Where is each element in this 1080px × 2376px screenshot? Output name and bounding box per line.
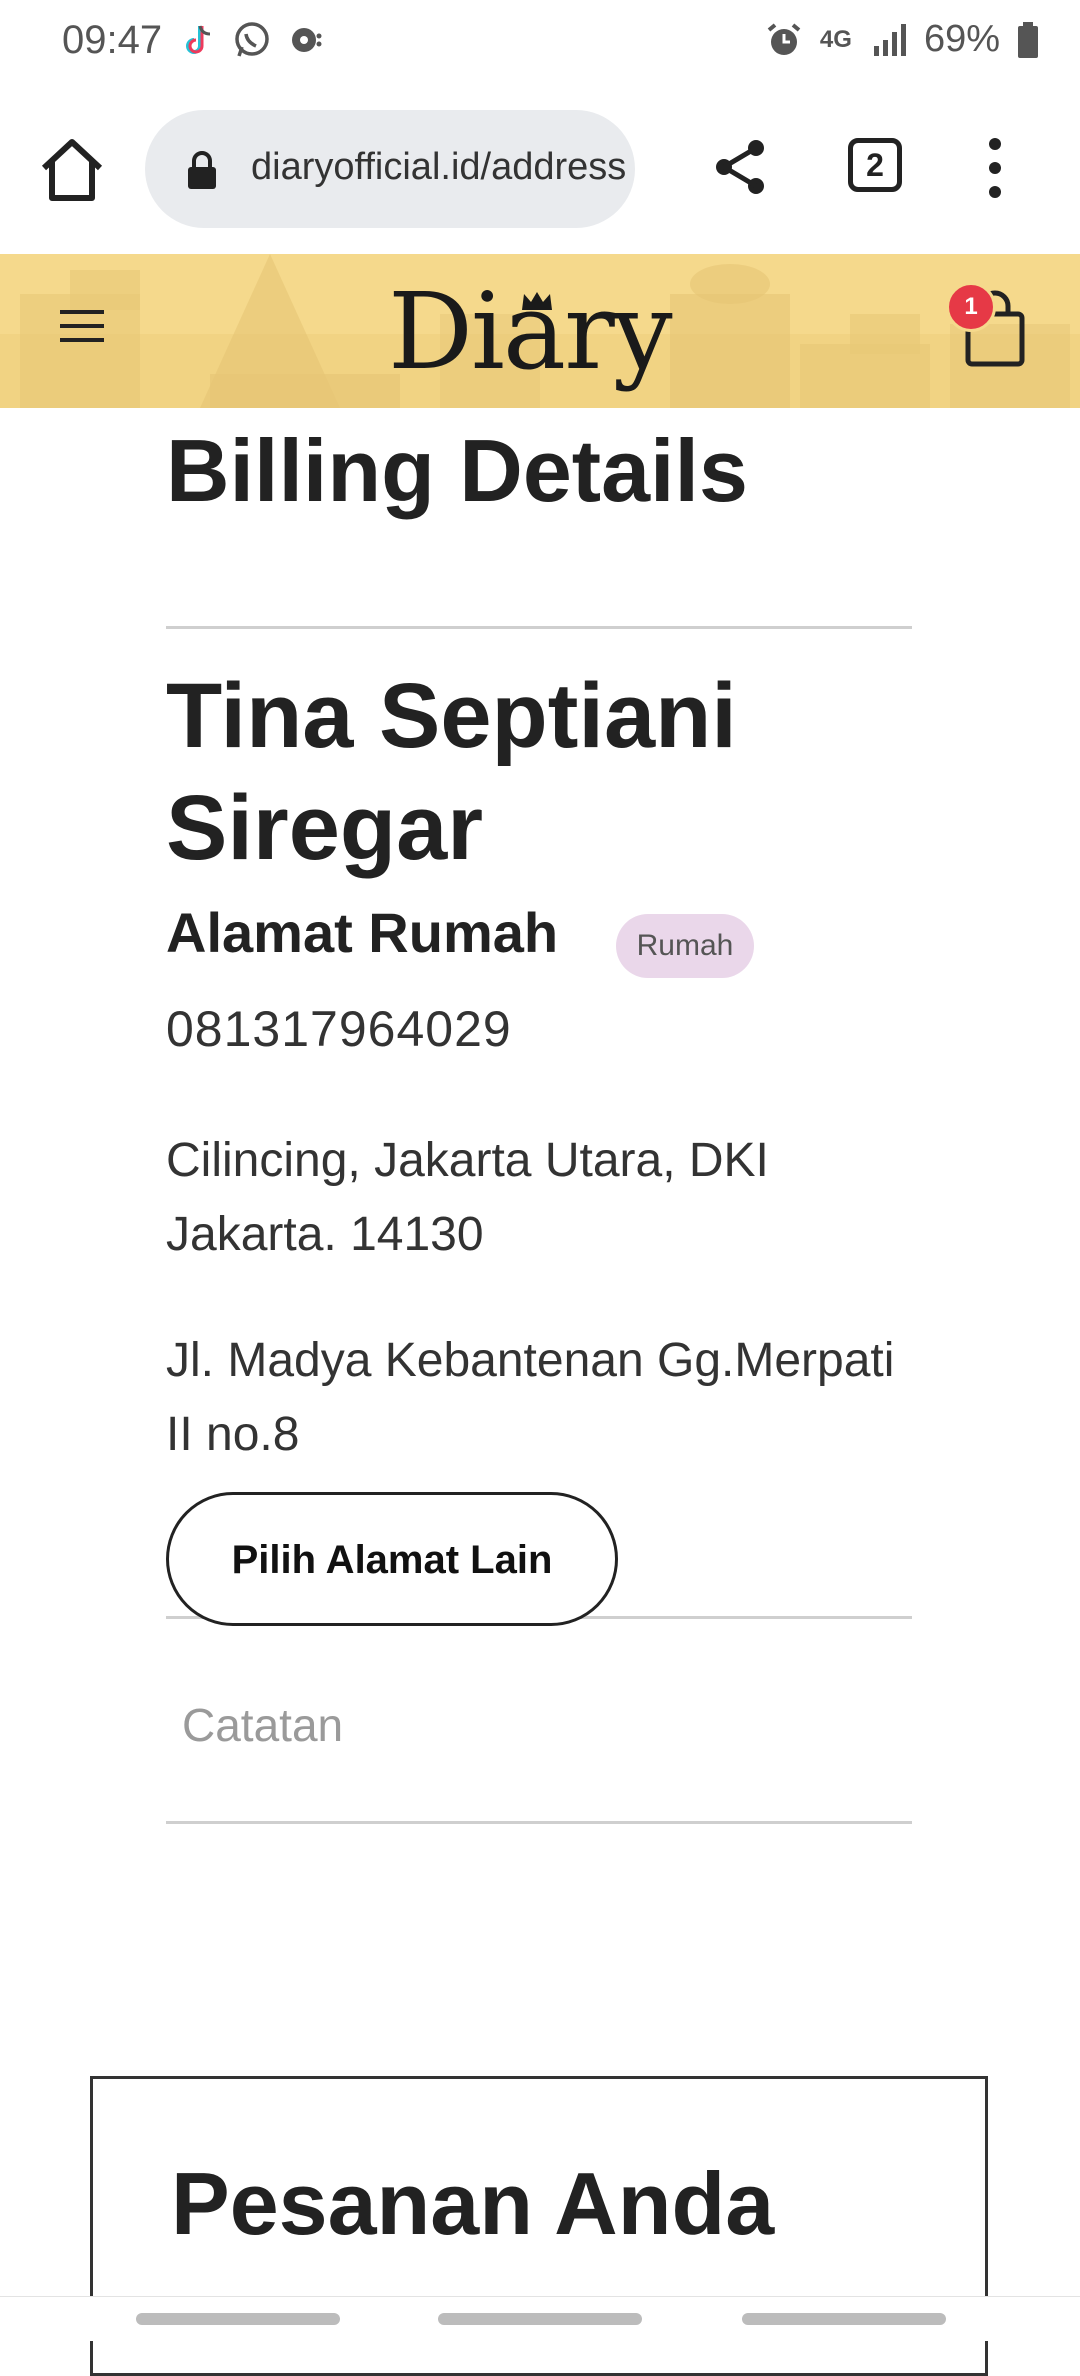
lock-icon [188,151,216,189]
nav-home-button[interactable] [438,2313,642,2325]
network-4g-icon: 4G [819,25,852,53]
crown-icon [522,292,552,310]
notes-input[interactable] [166,1628,912,1824]
page-title: Billing Details [166,421,748,520]
system-status: 4G 69% [764,18,1040,61]
whatsapp-icon [235,22,269,57]
address-region: Cilincing, Jakarta Utara, DKI Jakarta. 1… [166,1134,769,1261]
alarm-icon [767,22,801,55]
tabs-icon[interactable]: 2 [848,138,902,192]
share-icon[interactable] [710,136,772,198]
address-label: Alamat Rumah [166,901,559,964]
chat-bubble-icon [292,28,322,52]
site-header: Diary [0,254,1080,408]
hamburger-icon[interactable] [58,302,108,350]
customer-name: Tina Septiani Siregar [166,665,737,879]
status-bar: 09:47 4G 69% [0,0,1080,84]
site-logo[interactable]: Diary [388,270,673,393]
more-vertical-icon[interactable] [980,134,1010,202]
address-type-badge: Rumah [616,914,754,978]
browser-toolbar: diaryofficial.id/address 2 [0,84,1080,254]
system-navigation-bar [0,2296,1080,2341]
choose-other-address-button[interactable]: Pilih Alamat Lain [166,1492,618,1626]
signal-icon [873,23,906,56]
tiktok-icon [186,25,211,54]
address-bar[interactable]: diaryofficial.id/address [145,110,635,228]
home-icon[interactable] [36,134,108,206]
order-title: Pesanan Anda [171,2154,775,2253]
address-street: Jl. Madya Kebantenan Gg.Merpati II no.8 [166,1334,895,1461]
phone-number: 081317964029 [166,1001,512,1057]
notification-icons [178,20,326,60]
battery-icon [1018,21,1038,58]
status-time: 09:47 [62,18,163,62]
url-text: diaryofficial.id/address [251,146,627,188]
cart-count-badge: 1 [946,282,996,332]
battery-percent: 69% [923,18,1000,60]
nav-back-button[interactable] [742,2313,946,2325]
divider [166,626,912,629]
nav-recents-button[interactable] [136,2313,340,2325]
